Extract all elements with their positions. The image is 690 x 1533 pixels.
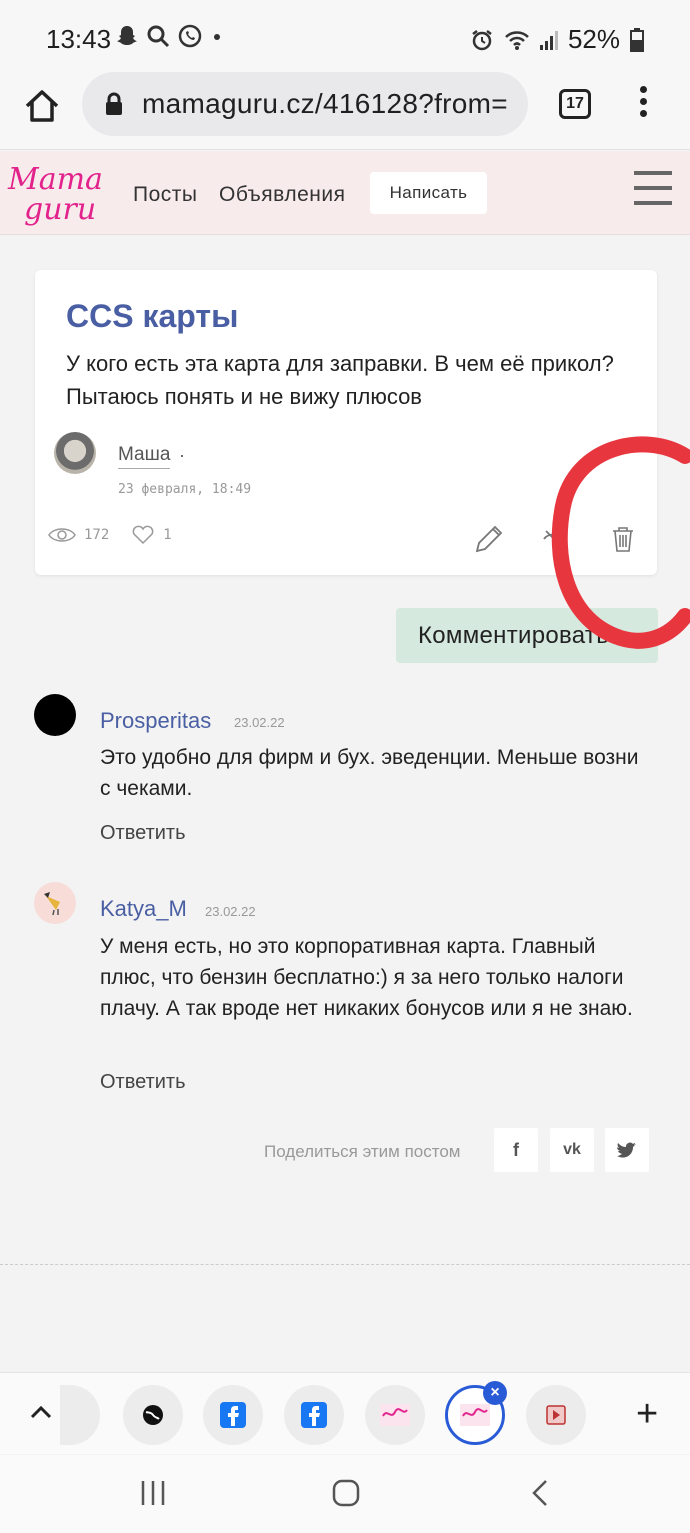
globe-icon: [143, 1405, 163, 1425]
tab-thumbnail[interactable]: [526, 1385, 586, 1445]
home-icon[interactable]: [22, 86, 62, 126]
close-tab-icon[interactable]: ×: [483, 1381, 507, 1405]
mamaguru-tab-icon: [460, 1404, 490, 1426]
chevron-up-icon[interactable]: [28, 1401, 54, 1423]
whatsapp-icon: [178, 24, 202, 48]
share-row: Поделиться этим постом f vk: [264, 1128, 664, 1172]
comment-button[interactable]: Комментировать: [396, 608, 658, 663]
reply-link[interactable]: Ответить: [100, 822, 186, 845]
hamburger-menu-icon[interactable]: [634, 171, 672, 205]
post-stats: 172 1: [48, 525, 172, 545]
commenter-avatar[interactable]: [34, 882, 76, 924]
post-body: У кого есть эта карта для заправки. В че…: [66, 351, 614, 409]
footer-divider: [0, 1264, 690, 1265]
home-nav-icon[interactable]: [331, 1478, 361, 1508]
comment-date: 23.02.22: [234, 715, 285, 730]
dot-icon: [214, 34, 220, 40]
signal-icon: [539, 30, 558, 50]
browser-toolbar: mamaguru.cz/416128?from= 17: [0, 72, 690, 150]
status-right: 52%: [470, 24, 644, 55]
battery-icon: [630, 27, 644, 52]
tab-thumbnail[interactable]: [203, 1385, 263, 1445]
recent-apps-icon[interactable]: [138, 1479, 168, 1507]
likes-count: 1: [163, 527, 172, 543]
comment-date: 23.02.22: [205, 904, 256, 919]
status-bar: 13:43 52%: [0, 0, 690, 72]
trash-icon[interactable]: [610, 525, 636, 553]
vk-share-button[interactable]: vk: [550, 1128, 594, 1172]
video-tab-icon: [546, 1405, 566, 1425]
twitter-share-button[interactable]: [605, 1128, 649, 1172]
commenter-name[interactable]: Katya_M: [100, 896, 187, 922]
eye-icon: [48, 528, 76, 542]
back-nav-icon[interactable]: [530, 1478, 550, 1508]
android-nav-bar: [0, 1455, 690, 1533]
views-count: 172: [84, 527, 110, 543]
mamaguru-tab-icon: [380, 1404, 410, 1426]
author-link[interactable]: Маша: [118, 444, 171, 469]
url-bar[interactable]: mamaguru.cz/416128?from=: [82, 72, 528, 136]
facebook-tab-icon: [220, 1402, 246, 1428]
status-left-icons: [116, 24, 224, 48]
facebook-tab-icon: [301, 1402, 327, 1428]
nav-ads-link[interactable]: Объявления: [219, 183, 345, 207]
post-card: CCS карты У кого есть эта карта для запр…: [35, 270, 657, 575]
heart-icon[interactable]: [131, 525, 155, 545]
search-icon: [147, 25, 170, 48]
author-separator: ·: [179, 445, 185, 465]
commenter-avatar[interactable]: [34, 694, 76, 736]
lock-icon: [106, 92, 122, 115]
author-avatar[interactable]: [54, 432, 96, 474]
facebook-share-button[interactable]: f: [494, 1128, 538, 1172]
alarm-icon: [472, 29, 492, 50]
url-text: mamaguru.cz/416128?from=: [142, 88, 508, 119]
site-header: Mama guru Посты Объявления Написать: [0, 151, 690, 235]
status-time: 13:43: [46, 24, 112, 54]
bird-avatar-icon: [44, 892, 60, 916]
wifi-icon: [505, 30, 529, 50]
write-button[interactable]: Написать: [370, 172, 487, 214]
post-date: 23 февраля, 18:49: [118, 482, 252, 497]
pencil-icon[interactable]: [473, 523, 505, 555]
reply-link[interactable]: Ответить: [100, 1071, 186, 1094]
battery-percent: 52%: [567, 24, 620, 54]
tab-switcher-button[interactable]: 17: [559, 89, 591, 119]
nav-posts-link[interactable]: Посты: [133, 183, 198, 207]
browser-tab-strip: × +: [0, 1372, 690, 1454]
tab-thumbnail[interactable]: [284, 1385, 344, 1445]
tab-thumbnail[interactable]: [365, 1385, 425, 1445]
more-menu-icon[interactable]: [636, 86, 650, 124]
tab-thumbnail[interactable]: [123, 1385, 183, 1445]
post-title: CCS карты: [66, 298, 239, 334]
snapchat-icon: [117, 26, 137, 45]
comment-text: Это удобно для фирм и бух. эведенции. Ме…: [100, 746, 639, 800]
hide-icon[interactable]: [540, 525, 568, 553]
share-label: Поделиться этим постом: [264, 1142, 461, 1161]
commenter-name[interactable]: Prosperitas: [100, 708, 211, 734]
mamaguru-logo[interactable]: Mama guru: [2, 155, 122, 231]
svg-text:guru: guru: [24, 192, 96, 227]
comment-text: У меня есть, но это корпоративная карта.…: [100, 935, 633, 1020]
tab-thumbnail[interactable]: [60, 1385, 100, 1445]
twitter-icon: [617, 1142, 636, 1158]
new-tab-icon[interactable]: +: [636, 1395, 658, 1433]
